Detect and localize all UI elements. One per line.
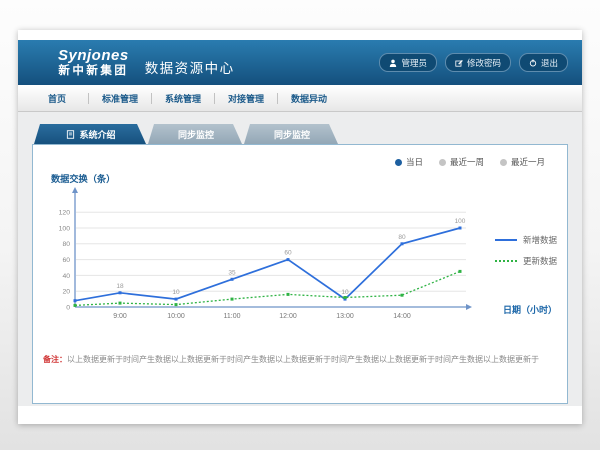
user-button[interactable]: 管理员: [379, 53, 437, 72]
svg-text:100: 100: [455, 218, 466, 225]
tab-label: 系统介绍: [79, 128, 115, 141]
app-window: Synjones 新中新集团 数据资源中心 管理员修改密码退出 首页标准管理系统…: [18, 30, 582, 424]
svg-text:9:00: 9:00: [113, 313, 127, 320]
radio-option-3[interactable]: 最近一月: [500, 156, 545, 168]
tab-bar: 系统介绍 同步监控 同步监控: [34, 124, 568, 144]
nav-item-1[interactable]: 首页: [26, 92, 88, 105]
chart-legend: 新增数据更新数据: [495, 234, 557, 267]
edit-icon: [455, 59, 463, 67]
svg-text:60: 60: [284, 250, 292, 257]
user-label: 管理员: [401, 57, 427, 69]
tab-label: 同步监控: [274, 128, 310, 141]
window-top-strip: [18, 30, 582, 40]
radio-label: 当日: [406, 156, 423, 168]
svg-text:12:00: 12:00: [279, 313, 297, 320]
logo-text-en: Synjones: [58, 47, 129, 64]
svg-text:40: 40: [62, 273, 70, 280]
tab-2[interactable]: 同步监控: [148, 124, 242, 144]
logo-text-cn: 新中新集团: [58, 65, 129, 78]
svg-text:100: 100: [59, 225, 71, 232]
legend-item-2: 更新数据: [495, 255, 557, 267]
svg-text:60: 60: [62, 257, 70, 264]
desktop-background: Synjones 新中新集团 数据资源中心 管理员修改密码退出 首页标准管理系统…: [0, 0, 600, 450]
content-area: 系统介绍 同步监控 同步监控 当日 最近一周 最近一月 数据交换（条） 0 20 40 60 80…: [18, 112, 582, 406]
main-nav: 首页标准管理系统管理对接管理数据异动: [18, 85, 582, 112]
app-header: Synjones 新中新集团 数据资源中心 管理员 修改密码 退出: [18, 40, 582, 85]
svg-text:10:00: 10:00: [167, 313, 185, 320]
radio-dot: [439, 159, 446, 166]
footnote: 备注：以上数据更新于时间产生数据以上数据更新于时间产生数据以上数据更新于时间产生…: [33, 354, 567, 365]
legend-line-sample: [495, 239, 517, 241]
x-axis-title: 日期（小时）: [503, 303, 557, 316]
chart-block: 数据交换（条） 0 20 40 60 80 100 120 9:00 10:00 11:00 12:0…: [33, 172, 567, 332]
footnote-prefix: 备注：: [43, 355, 67, 364]
user-icon: [389, 59, 397, 67]
svg-text:18: 18: [116, 283, 124, 290]
line-chart: 数据交换（条） 0 20 40 60 80 100 120 9:00 10:00 11:00 12:0…: [39, 172, 567, 337]
tab-label: 同步监控: [178, 128, 214, 141]
svg-text:10: 10: [341, 289, 349, 296]
nav-item-5[interactable]: 数据异动: [278, 92, 340, 105]
user-actions: 管理员 修改密码 退出: [379, 53, 568, 72]
change-password-label: 修改密码: [467, 57, 501, 69]
svg-text:0: 0: [66, 304, 70, 311]
power-icon: [529, 59, 537, 67]
nav-item-3[interactable]: 系统管理: [152, 92, 214, 105]
radio-label: 最近一周: [450, 156, 484, 168]
page-title: 数据资源中心: [145, 49, 235, 77]
legend-item-1: 新增数据: [495, 234, 557, 246]
radio-option-1[interactable]: 当日: [395, 156, 423, 168]
radio-label: 最近一月: [511, 156, 545, 168]
chart-panel: 当日 最近一周 最近一月 数据交换（条） 0 20 40 60 80 100 120 9:00 10:…: [32, 144, 568, 404]
nav-item-4[interactable]: 对接管理: [215, 92, 277, 105]
change-password-button[interactable]: 修改密码: [445, 53, 511, 72]
legend-label: 更新数据: [523, 255, 557, 267]
window-bottom-strip: [18, 406, 582, 424]
tab-1[interactable]: 系统介绍: [34, 124, 146, 144]
line-chart-svg: 数据交换（条） 0 20 40 60 80 100 120 9:00 10:00 11:00 12:0…: [39, 172, 499, 332]
tab-3[interactable]: 同步监控: [244, 124, 338, 144]
svg-text:数据交换（条）: 数据交换（条）: [50, 173, 115, 184]
logout-button[interactable]: 退出: [519, 53, 568, 72]
legend-label: 新增数据: [523, 234, 557, 246]
svg-text:10: 10: [172, 289, 180, 296]
svg-text:80: 80: [62, 241, 70, 248]
nav-item-2[interactable]: 标准管理: [89, 92, 151, 105]
svg-text:80: 80: [398, 234, 406, 241]
svg-text:14:00: 14:00: [393, 313, 411, 320]
radio-option-2[interactable]: 最近一周: [439, 156, 484, 168]
legend-line-sample: [495, 260, 517, 262]
svg-text:11:00: 11:00: [224, 313, 241, 320]
svg-text:35: 35: [228, 269, 236, 276]
document-icon: [66, 130, 75, 139]
time-range-filter: 当日 最近一周 最近一月: [33, 145, 567, 170]
radio-dot: [500, 159, 507, 166]
radio-dot: [395, 159, 402, 166]
svg-text:120: 120: [59, 210, 71, 217]
company-logo[interactable]: Synjones 新中新集团: [58, 47, 129, 77]
logout-label: 退出: [541, 57, 558, 69]
svg-text:20: 20: [62, 289, 70, 296]
footnote-text: 以上数据更新于时间产生数据以上数据更新于时间产生数据以上数据更新于时间产生数据以…: [67, 355, 539, 364]
svg-text:13:00: 13:00: [336, 313, 354, 320]
